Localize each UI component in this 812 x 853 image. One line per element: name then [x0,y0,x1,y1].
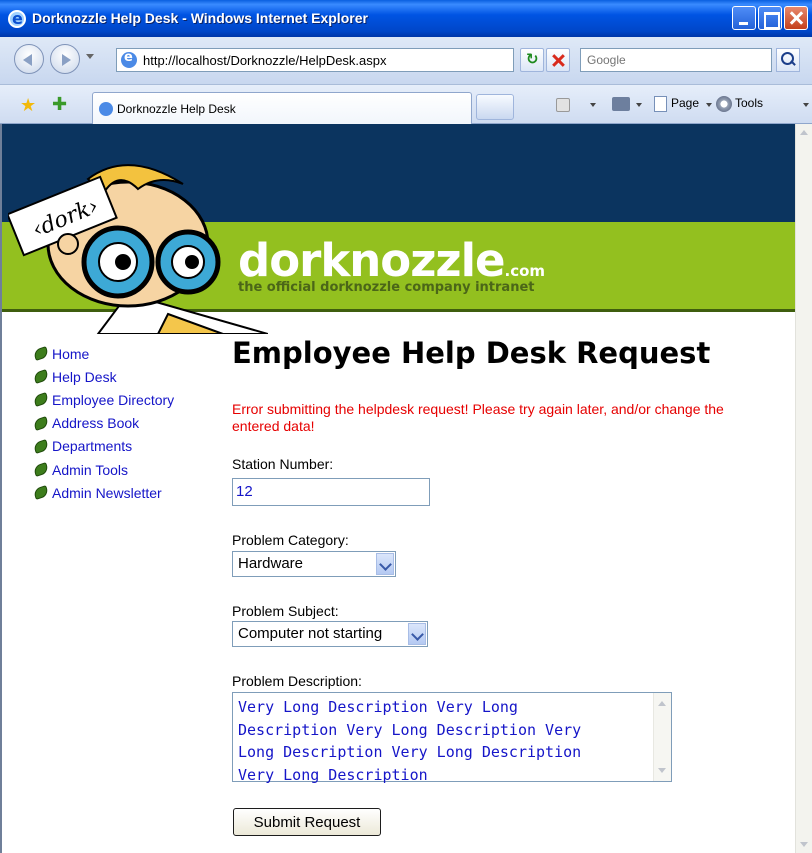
tab-label: Dorknozzle Help Desk [117,102,236,116]
stop-button[interactable] [546,48,570,72]
sidebar-item-address-book[interactable]: Address Book [32,412,174,435]
tab-page-icon [99,102,113,116]
problem-category-label: Problem Category: [232,532,349,548]
add-favorites-icon[interactable]: ✚ [52,94,67,115]
sidebar-item-admin-newsletter[interactable]: Admin Newsletter [32,481,174,504]
problem-subject-label: Problem Subject: [232,603,339,619]
sidebar-item-label[interactable]: Home [52,346,89,362]
back-button[interactable] [14,44,44,74]
recent-pages-dropdown-icon[interactable] [86,54,94,59]
page-viewport: ‹dork› dorknozzle.com the official dorkn… [0,124,812,853]
sidebar-item-label[interactable]: Departments [52,438,132,454]
sidebar-item-label[interactable]: Admin Tools [52,462,128,478]
page-menu-label[interactable]: Page [671,96,699,110]
leaf-bullet-icon [32,462,50,477]
leaf-bullet-icon [32,392,50,408]
station-number-label: Station Number: [232,456,334,472]
chevron-down-icon[interactable] [803,103,809,107]
sidebar-item-label[interactable]: Address Book [52,415,139,431]
problem-description-text[interactable]: Very Long Description Very Long Descript… [238,696,648,786]
leaf-bullet-icon [32,415,50,431]
tab-dorknozzle-help-desk[interactable]: Dorknozzle Help Desk [92,92,472,124]
sidebar-item-label[interactable]: Help Desk [52,369,117,385]
new-tab-button[interactable] [476,94,514,120]
address-bar[interactable]: http://localhost/Dorknozzle/HelpDesk.asp… [116,48,625,72]
chevron-down-icon[interactable] [706,103,712,107]
sidebar-item-employee-directory[interactable]: Employee Directory [32,388,174,411]
print-icon[interactable] [612,97,630,111]
problem-description-textarea[interactable]: Very Long Description Very Long Descript… [232,692,672,784]
minimize-button[interactable] [732,6,756,30]
submit-request-button[interactable]: Submit Request [233,808,381,836]
scroll-down-arrow-icon[interactable] [796,836,812,853]
problem-category-value: Hardware [238,555,304,572]
close-button[interactable] [784,6,808,30]
leaf-bullet-icon [32,438,50,454]
page-icon [121,50,137,68]
leaf-bullet-icon [32,369,50,385]
error-message: Error submitting the helpdesk request! P… [232,401,724,434]
search-input[interactable] [581,49,771,71]
tools-gear-icon[interactable] [716,96,732,112]
problem-category-select[interactable]: Hardware [232,551,396,577]
sidebar-item-label[interactable]: Employee Directory [52,392,174,408]
dork-mascot-logo: ‹dork› [8,164,268,334]
favorites-star-icon[interactable]: ★ [20,95,36,116]
command-bar: ★ ✚ Dorknozzle Help Desk Page Tools [0,85,812,124]
search-box[interactable] [580,48,772,72]
url-text[interactable]: http://localhost/Dorknozzle/HelpDesk.asp… [143,53,387,68]
sidebar-nav: Home Help Desk Employee Directory Addres… [32,342,174,504]
sidebar-item-departments[interactable]: Departments [32,435,174,458]
chevron-down-icon[interactable] [636,103,642,107]
rss-feed-icon[interactable] [556,98,570,112]
textarea-scrollbar[interactable] [653,693,671,781]
forward-button[interactable] [50,44,80,74]
window-titlebar: Dorknozzle Help Desk - Windows Internet … [0,0,812,37]
chevron-down-icon[interactable] [408,623,426,645]
page-scrollbar[interactable] [795,124,812,853]
chevron-down-icon[interactable] [590,103,596,107]
logo-suffix: .com [504,262,546,280]
tools-menu-label[interactable]: Tools [735,96,763,110]
leaf-bullet-icon [32,485,50,501]
problem-subject-value: Computer not starting [238,625,383,642]
sidebar-item-home[interactable]: Home [32,342,174,365]
search-icon[interactable] [776,48,800,72]
page-menu-icon[interactable] [654,96,667,112]
leaf-bullet-icon [32,346,50,361]
sidebar-item-label[interactable]: Admin Newsletter [52,485,162,501]
station-number-input[interactable]: 12 [232,478,430,506]
sidebar-item-admin-tools[interactable]: Admin Tools [32,458,174,481]
refresh-button[interactable] [520,48,544,72]
site-tagline: the official dorknozzle company intranet [238,280,535,295]
scroll-up-arrow-icon[interactable] [796,124,812,141]
problem-description-label: Problem Description: [232,673,362,689]
window-title: Dorknozzle Help Desk - Windows Internet … [32,10,368,26]
chevron-down-icon[interactable] [376,553,394,575]
maximize-button[interactable] [758,6,782,30]
problem-subject-select[interactable]: Computer not starting [232,621,428,647]
internet-explorer-icon [8,9,26,28]
sidebar-item-help-desk[interactable]: Help Desk [32,365,174,388]
address-toolbar: http://localhost/Dorknozzle/HelpDesk.asp… [0,37,812,85]
page-title: Employee Help Desk Request [232,336,711,370]
